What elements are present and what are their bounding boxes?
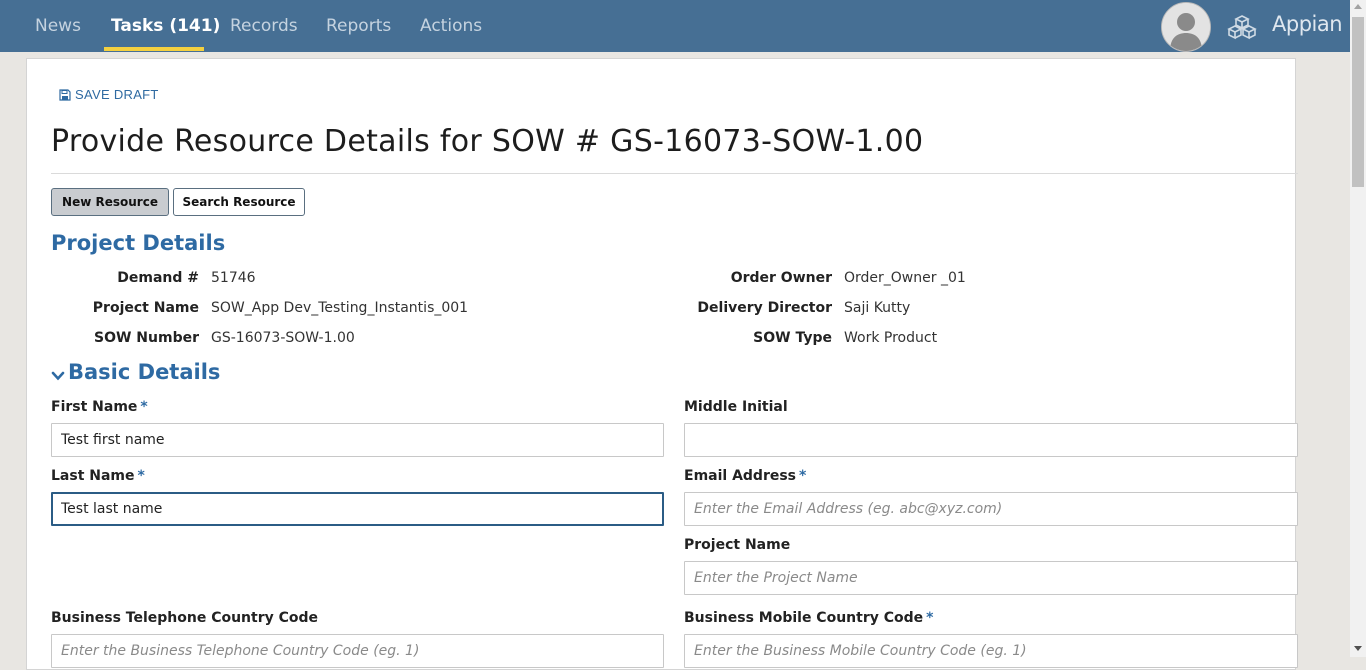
vertical-scrollbar[interactable] [1350, 0, 1366, 657]
required-marker: * [137, 468, 145, 484]
sow-type-label: SOW Type [753, 330, 832, 346]
nav-tab-tasks[interactable]: Tasks (141) [111, 0, 220, 52]
required-marker: * [799, 468, 807, 484]
new-resource-button[interactable]: New Resource [51, 188, 169, 216]
required-marker: * [140, 399, 148, 415]
middle-initial-label: Middle Initial [684, 399, 788, 415]
active-tab-indicator [104, 47, 204, 51]
nav-tab-reports[interactable]: Reports [326, 0, 391, 52]
title-divider [51, 173, 1298, 174]
user-avatar[interactable] [1161, 2, 1211, 52]
nav-tab-actions[interactable]: Actions [420, 0, 482, 52]
save-draft-link[interactable]: SAVE DRAFT [59, 86, 159, 104]
order-owner-value: Order_Owner _01 [844, 270, 966, 286]
sow-type-value: Work Product [844, 330, 938, 346]
apps-icon[interactable] [1227, 14, 1257, 40]
project-name-label: Project Name [92, 300, 199, 316]
project-name-value: SOW_App Dev_Testing_Instantis_001 [211, 300, 469, 316]
scroll-thumb[interactable] [1352, 17, 1364, 187]
business-mobile-country-code-label: Business Mobile Country Code * [684, 610, 934, 626]
order-owner-label: Order Owner [730, 270, 832, 286]
business-telephone-country-code-label: Business Telephone Country Code [51, 610, 319, 626]
scroll-down-arrow-icon[interactable] [1354, 646, 1362, 651]
business-mobile-country-code-input[interactable] [684, 634, 1298, 668]
demand-number-value: 51746 [211, 270, 256, 286]
email-address-input[interactable] [684, 492, 1298, 526]
floppy-disk-icon [59, 89, 71, 101]
demand-number-label: Demand # [117, 270, 199, 286]
delivery-director-label: Delivery Director [697, 300, 832, 316]
sow-number-value: GS-16073-SOW-1.00 [211, 330, 355, 346]
middle-initial-input[interactable] [684, 423, 1298, 457]
first-name-label: First Name * [51, 399, 148, 415]
appian-logo: Appian [1272, 12, 1343, 36]
nav-tab-records[interactable]: Records [230, 0, 298, 52]
first-name-input[interactable] [51, 423, 664, 457]
top-nav-bar: News Tasks (141) Records Reports Actions… [0, 0, 1350, 52]
email-address-label: Email Address * [684, 468, 807, 484]
business-telephone-country-code-input[interactable] [51, 634, 664, 668]
page-title: Provide Resource Details for SOW # GS-16… [51, 124, 924, 159]
search-resource-button[interactable]: Search Resource [173, 188, 305, 216]
chevron-down-icon[interactable] [51, 369, 65, 383]
sow-number-label: SOW Number [94, 330, 199, 346]
scroll-up-arrow-icon[interactable] [1354, 4, 1362, 9]
save-draft-label: SAVE DRAFT [75, 87, 159, 102]
project-name-field-label: Project Name [684, 537, 791, 553]
basic-details-heading[interactable]: Basic Details [68, 360, 220, 384]
required-marker: * [926, 610, 934, 626]
nav-tab-news[interactable]: News [35, 0, 81, 52]
project-name-input[interactable] [684, 561, 1298, 595]
delivery-director-value: Saji Kutty [844, 300, 911, 316]
last-name-input[interactable] [51, 492, 664, 526]
last-name-label: Last Name * [51, 468, 145, 484]
project-details-heading: Project Details [51, 231, 226, 255]
